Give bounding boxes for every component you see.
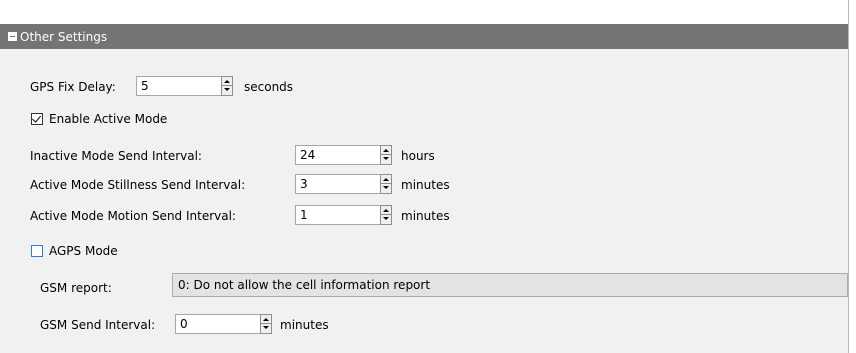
top-blank-strip	[0, 0, 848, 24]
inactive-interval-spinbox[interactable]: 24	[295, 145, 392, 165]
gps-fix-delay-unit: seconds	[244, 80, 294, 94]
inactive-interval-value[interactable]: 24	[300, 148, 315, 163]
section-title: Other Settings	[20, 29, 108, 44]
gsm-send-interval-stepper[interactable]	[260, 314, 272, 334]
stillness-interval-label: Active Mode Stillness Send Interval:	[30, 178, 246, 192]
other-settings-panel: GPS Fix Delay: 5 seconds Enable Active M…	[0, 49, 848, 353]
agps-mode-label[interactable]: AGPS Mode	[49, 243, 118, 259]
gsm-report-label: GSM report:	[40, 281, 112, 295]
gsm-send-interval-unit: minutes	[280, 318, 329, 332]
motion-interval-stepper[interactable]	[380, 205, 392, 225]
spin-down-icon[interactable]	[222, 86, 232, 95]
spin-down-icon[interactable]	[261, 324, 271, 333]
spin-down-icon[interactable]	[381, 184, 391, 193]
stillness-interval-value[interactable]: 3	[300, 177, 308, 192]
gsm-send-interval-value[interactable]: 0	[180, 317, 188, 332]
stillness-interval-spinbox[interactable]: 3	[295, 174, 392, 194]
spin-down-icon[interactable]	[381, 215, 391, 224]
gps-fix-delay-spinbox[interactable]: 5	[136, 76, 233, 96]
inactive-interval-label: Inactive Mode Send Interval:	[30, 149, 202, 163]
motion-interval-value[interactable]: 1	[300, 208, 308, 223]
inactive-interval-stepper[interactable]	[380, 145, 392, 165]
motion-interval-label: Active Mode Motion Send Interval:	[30, 209, 236, 223]
collapse-minus-icon[interactable]	[8, 32, 17, 41]
spin-up-icon[interactable]	[222, 77, 232, 86]
enable-active-mode-checkbox[interactable]	[31, 113, 43, 125]
spin-up-icon[interactable]	[381, 206, 391, 215]
gsm-report-select[interactable]: 0: Do not allow the cell information rep…	[172, 273, 848, 297]
gsm-send-interval-label: GSM Send Interval:	[40, 318, 156, 332]
stillness-interval-unit: minutes	[401, 178, 450, 192]
right-margin	[849, 0, 856, 353]
gsm-report-selected-value[interactable]: 0: Do not allow the cell information rep…	[178, 277, 430, 293]
stillness-interval-stepper[interactable]	[380, 174, 392, 194]
spin-up-icon[interactable]	[381, 146, 391, 155]
motion-interval-unit: minutes	[401, 209, 450, 223]
gps-fix-delay-label: GPS Fix Delay:	[30, 80, 116, 94]
inactive-interval-unit: hours	[401, 149, 435, 163]
checkmark-icon	[32, 113, 41, 123]
gps-fix-delay-stepper[interactable]	[221, 76, 233, 96]
agps-mode-checkbox[interactable]	[31, 245, 43, 257]
spin-up-icon[interactable]	[381, 175, 391, 184]
gps-fix-delay-value[interactable]: 5	[141, 79, 149, 94]
motion-interval-spinbox[interactable]: 1	[295, 205, 392, 225]
gsm-send-interval-spinbox[interactable]: 0	[175, 314, 272, 334]
other-settings-header[interactable]: Other Settings	[0, 24, 848, 49]
spin-down-icon[interactable]	[381, 155, 391, 164]
enable-active-mode-label[interactable]: Enable Active Mode	[49, 111, 167, 127]
spin-up-icon[interactable]	[261, 315, 271, 324]
